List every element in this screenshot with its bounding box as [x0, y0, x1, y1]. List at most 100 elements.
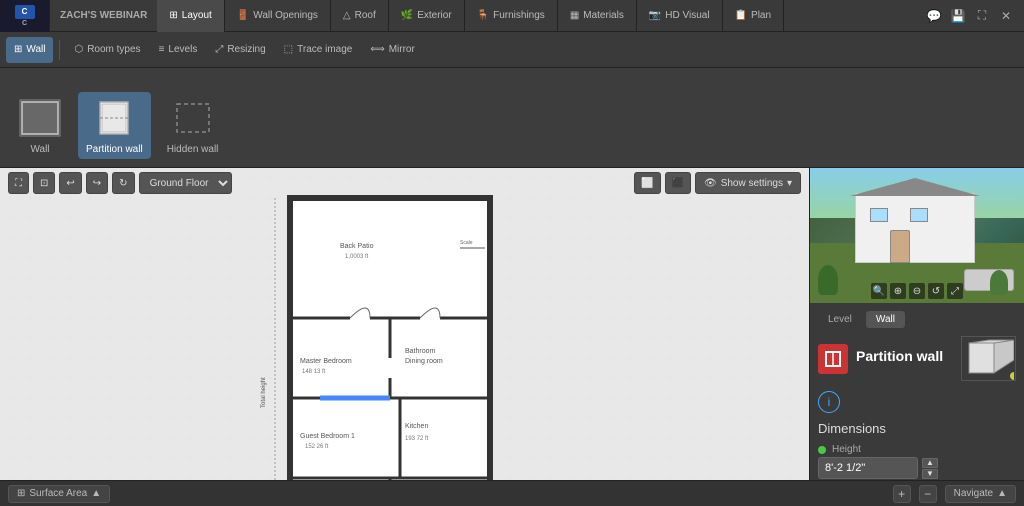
preview-ctrl-3[interactable]: ⊖: [909, 283, 925, 299]
exterior-label: Exterior: [417, 10, 451, 21]
preview-controls: 🔍 ⊕ ⊖ ↺ ⤢: [871, 283, 963, 299]
menu-tab-roof[interactable]: △ Roof: [331, 0, 389, 32]
height-increase-button[interactable]: ▲: [922, 458, 938, 468]
svg-text:Dining room: Dining room: [405, 358, 443, 365]
materials-label: Materials: [583, 10, 624, 21]
menu-tab-exterior[interactable]: 🌿 Exterior: [389, 0, 465, 32]
menu-tab-furnishings[interactable]: 🪑 Furnishings: [465, 0, 558, 32]
canvas-area[interactable]: ⛶ ⊡ ↩ ↪ ↻ Ground Floor First Floor ⬜ ⬛ 👁…: [0, 168, 809, 480]
info-symbol: i: [828, 395, 831, 409]
info-icon[interactable]: i: [818, 391, 840, 413]
zoom-in-button[interactable]: +: [893, 485, 911, 503]
height-label: Height: [832, 444, 861, 455]
height-input[interactable]: [818, 457, 918, 479]
toolbar-traceimage-label: Trace image: [297, 44, 352, 55]
property-tabs: Level Wall: [818, 311, 1016, 328]
toolbar-resizing[interactable]: ⤢ Resizing: [207, 37, 273, 63]
chat-icon[interactable]: 💬: [924, 6, 944, 26]
wall-type-hidden[interactable]: Hidden wall: [159, 92, 227, 159]
right-panel: 🔍 ⊕ ⊖ ↺ ⤢ Level Wall: [809, 168, 1024, 480]
main-area: ⛶ ⊡ ↩ ↪ ↻ Ground Floor First Floor ⬜ ⬛ 👁…: [0, 168, 1024, 480]
materials-icon: ▦: [570, 10, 579, 21]
traceimage-icon: ⬚: [284, 44, 293, 55]
undo-button[interactable]: ↩: [59, 172, 81, 194]
svg-text:193 72 ft: 193 72 ft: [405, 436, 429, 442]
menu-tab-hdvisual[interactable]: 📷 HD Visual: [637, 0, 723, 32]
floor-selector[interactable]: Ground Floor First Floor: [139, 172, 232, 194]
height-input-row: ▲ ▼: [818, 457, 1016, 479]
svg-text:Back Patio: Back Patio: [340, 243, 374, 250]
surface-area-button[interactable]: ⊞ Surface Area ▲: [8, 485, 110, 503]
svg-text:148 13 ft: 148 13 ft: [302, 369, 326, 375]
levels-icon: ≡: [159, 44, 165, 55]
logo-text: C: [22, 20, 27, 27]
wall-type-partition[interactable]: Partition wall: [78, 92, 151, 159]
redo-button[interactable]: ↪: [86, 172, 108, 194]
restore-icon[interactable]: ⛶: [972, 6, 992, 26]
wall-type-hidden-label: Hidden wall: [167, 144, 219, 155]
hdvisual-label: HD Visual: [665, 10, 709, 21]
furnishings-label: Furnishings: [493, 10, 545, 21]
toolbar-mirror-label: Mirror: [389, 44, 415, 55]
resizing-icon: ⤢: [215, 44, 223, 55]
height-dot: [818, 446, 826, 454]
toolbar-levels-label: Levels: [168, 44, 197, 55]
preview-ctrl-5[interactable]: ⤢: [947, 283, 963, 299]
toolbar-wall[interactable]: ⊞ Wall: [6, 37, 53, 63]
wall-grid-icon: ⊞: [14, 44, 22, 55]
toolbar-levels[interactable]: ≡ Levels: [151, 37, 206, 63]
wall-type-wall[interactable]: Wall: [10, 92, 70, 159]
toolbar-mirror[interactable]: ⟺ Mirror: [362, 37, 422, 63]
toolbar-sep-1: [59, 40, 60, 60]
settings-chevron-icon: ▾: [787, 178, 792, 189]
height-decrease-button[interactable]: ▼: [922, 469, 938, 479]
layout-label: Layout: [182, 10, 212, 21]
preview-ctrl-4[interactable]: ↺: [928, 283, 944, 299]
svg-text:Guest Bedroom 1: Guest Bedroom 1: [300, 433, 355, 440]
menu-tabs: ⊞ Layout 🚪 Wall Openings △ Roof 🌿 Exteri…: [157, 0, 784, 32]
top-menu-bar: C C ZACH'S WEBINAR ⊞ Layout 🚪 Wall Openi…: [0, 0, 1024, 32]
surface-area-label: Surface Area: [29, 488, 87, 499]
save-icon[interactable]: 💾: [948, 6, 968, 26]
menu-tab-wall-openings[interactable]: 🚪 Wall Openings: [225, 0, 331, 32]
roomtypes-icon: ⬡: [74, 44, 83, 55]
svg-text:Master Bedroom: Master Bedroom: [300, 358, 352, 365]
canvas-toolbar: ⛶ ⊡ ↩ ↪ ↻ Ground Floor First Floor ⬜ ⬛ 👁…: [0, 172, 809, 194]
mirror-icon: ⟺: [370, 44, 384, 55]
surface-area-chevron: ▲: [91, 488, 101, 499]
furnishings-icon: 🪑: [477, 10, 489, 21]
settings-eye-icon: 👁: [704, 178, 717, 189]
menu-tab-materials[interactable]: ▦ Materials: [558, 0, 637, 32]
svg-text:1,0003 ft: 1,0003 ft: [345, 254, 369, 260]
show-settings-button[interactable]: 👁 Show settings ▾: [695, 172, 801, 194]
floor-plan-svg[interactable]: Back Patio 1,0003 ft Master Bedroom: [0, 168, 809, 480]
zoom-reset-button[interactable]: ⊡: [33, 172, 55, 194]
fit-view-button[interactable]: ⛶: [8, 172, 29, 194]
zoom-out-button[interactable]: −: [919, 485, 937, 503]
prop-tab-wall[interactable]: Wall: [866, 311, 905, 328]
preview-ctrl-2[interactable]: ⊕: [890, 283, 906, 299]
close-icon[interactable]: ✕: [996, 6, 1016, 26]
preview-ctrl-1[interactable]: 🔍: [871, 283, 887, 299]
refresh-button[interactable]: ↻: [112, 172, 134, 194]
wall-type-partition-label: Partition wall: [86, 144, 143, 155]
menu-tab-layout[interactable]: ⊞ Layout: [157, 0, 224, 32]
menu-tab-plan[interactable]: 📋 Plan: [723, 0, 784, 32]
property-icon-area: Partition wall: [818, 336, 1016, 381]
logo-icon: C: [15, 5, 35, 19]
view-2d-button[interactable]: ⬛: [665, 172, 691, 194]
wall-3d-preview: [961, 336, 1016, 381]
partition-wall-icon: [92, 96, 136, 140]
prop-tab-level[interactable]: Level: [818, 311, 862, 328]
layout-icon: ⊞: [169, 10, 177, 21]
roof-label: Roof: [355, 10, 376, 21]
navigate-button[interactable]: Navigate ▲: [945, 485, 1016, 503]
wall-icon: [18, 96, 62, 140]
hidden-wall-icon: [171, 96, 215, 140]
view-3d-button[interactable]: ⬜: [634, 172, 660, 194]
svg-text:Scale: Scale: [460, 240, 473, 246]
wall-type-wall-label: Wall: [30, 144, 49, 155]
toolbar-room-types[interactable]: ⬡ Room types: [66, 37, 148, 63]
toolbar-trace-image[interactable]: ⬚ Trace image: [276, 37, 361, 63]
height-stepper: ▲ ▼: [922, 458, 938, 479]
